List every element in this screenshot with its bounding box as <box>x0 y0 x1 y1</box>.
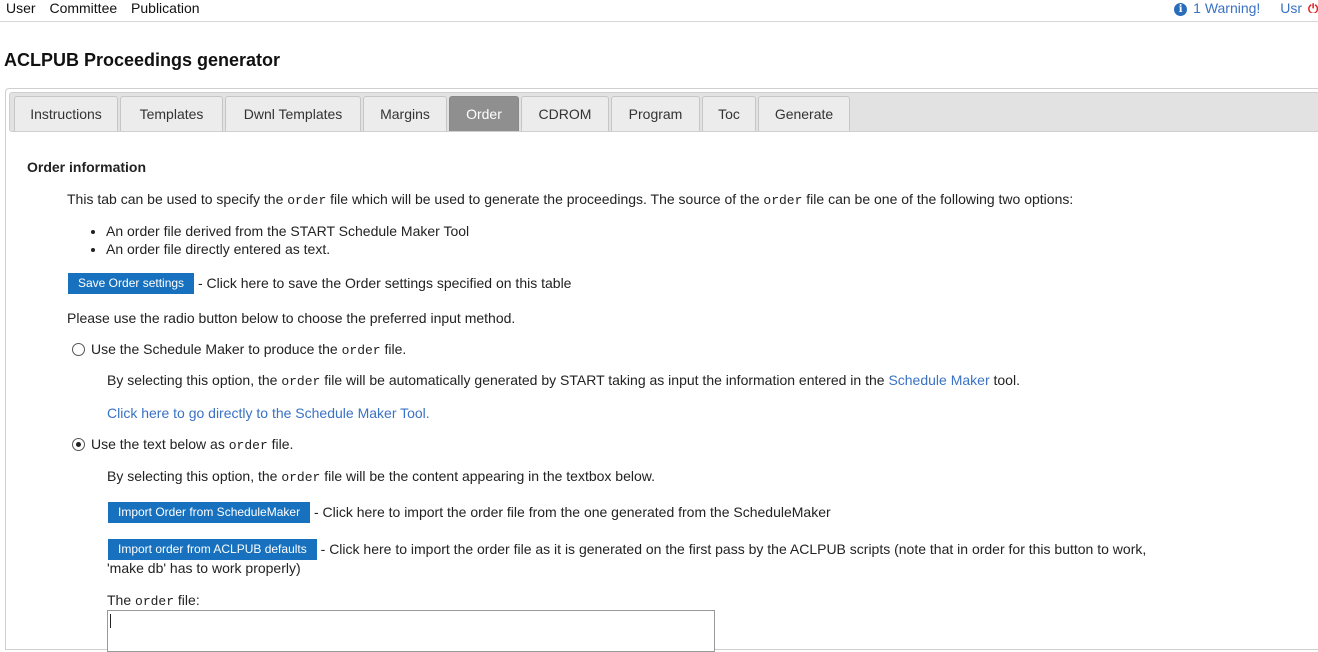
info-icon: i <box>1174 3 1188 16</box>
import-from-schedulemaker-button[interactable]: Import Order from ScheduleMaker <box>108 502 311 523</box>
tab-instructions[interactable]: Instructions <box>14 96 118 131</box>
desc-text: By selecting this option, the <box>107 468 282 484</box>
option-schedule-maker[interactable]: Use the Schedule Maker to produce the or… <box>72 341 406 358</box>
goto-schedule-maker-link[interactable]: Click here to go directly to the Schedul… <box>107 405 430 421</box>
user-link[interactable]: Usr <box>1280 0 1302 16</box>
import-acl-description-cont: 'make db' has to work properly) <box>107 560 301 576</box>
power-icon[interactable]: ⏻ <box>1308 1 1318 13</box>
order-file-textarea[interactable] <box>107 610 715 652</box>
option-text[interactable]: Use the text below as order file. <box>72 436 293 453</box>
option-label: Use the Schedule Maker to produce the <box>91 341 342 357</box>
import-sm-description: - Click here to import the order file fr… <box>310 504 831 520</box>
desc-text: By selecting this option, the <box>107 372 282 388</box>
text-caret <box>110 614 111 628</box>
option-label: file. <box>267 436 294 452</box>
desc-text: tool. <box>989 372 1020 388</box>
save-row: Save Order settings - Click here to save… <box>68 273 571 294</box>
option-label: file. <box>380 341 407 357</box>
desc-code: order <box>281 470 321 485</box>
intro-part: file can be one of the following two opt… <box>802 191 1074 207</box>
tab-toc[interactable]: Toc <box>702 96 756 131</box>
desc-text: file will be automatically generated by … <box>320 372 889 388</box>
list-item: An order file directly entered as text. <box>106 240 469 258</box>
intro-code: order <box>763 193 803 208</box>
import-aclpub-row: Import order from ACLPUB defaults - Clic… <box>108 539 1146 560</box>
tab-generate[interactable]: Generate <box>758 96 850 131</box>
main-menu: User Committee Publication <box>6 0 210 16</box>
option-code: order <box>341 343 381 358</box>
option-code: order <box>228 438 268 453</box>
page-title: ACLPUB Proceedings generator <box>4 50 281 70</box>
section-heading: Order information <box>27 159 147 175</box>
warning-link[interactable]: 1 Warning! <box>1193 0 1260 16</box>
tab-dwnl-templates[interactable]: Dwnl Templates <box>225 96 361 131</box>
import-acl-description: - Click here to import the order file as… <box>316 541 1147 557</box>
label-code: order <box>135 594 175 609</box>
radio-schedule-maker[interactable] <box>72 343 85 356</box>
schedule-maker-description: By selecting this option, the order file… <box>107 372 1020 389</box>
menu-user[interactable]: User <box>6 0 36 16</box>
tab-program[interactable]: Program <box>611 96 700 131</box>
topbar-right: i 1 Warning! Usr ⏻ <box>1174 0 1318 16</box>
radio-instruction: Please use the radio button below to cho… <box>67 310 516 326</box>
list-item: An order file derived from the START Sch… <box>106 222 469 240</box>
tab-templates[interactable]: Templates <box>120 96 223 131</box>
intro-code: order <box>287 193 327 208</box>
import-from-aclpub-defaults-button[interactable]: Import order from ACLPUB defaults <box>108 539 317 560</box>
text-option-description: By selecting this option, the order file… <box>107 468 655 485</box>
label-text: The <box>107 592 136 608</box>
import-schedulemaker-row: Import Order from ScheduleMaker - Click … <box>108 502 831 523</box>
schedule-maker-link[interactable]: Schedule Maker <box>888 372 989 388</box>
save-order-settings-button[interactable]: Save Order settings <box>68 273 195 294</box>
textbox-label: The order file: <box>107 592 200 609</box>
top-menu-bar: User Committee Publication i 1 Warning! U… <box>0 0 1318 22</box>
intro-part: This tab can be used to specify the <box>67 191 288 207</box>
tab-margins[interactable]: Margins <box>363 96 447 131</box>
save-description: - Click here to save the Order settings … <box>194 275 572 291</box>
label-text: file: <box>174 592 200 608</box>
menu-committee[interactable]: Committee <box>49 0 117 16</box>
intro-text: This tab can be used to specify the orde… <box>67 191 1073 208</box>
goto-schedule-maker-row: Click here to go directly to the Schedul… <box>107 405 430 421</box>
tab-cdrom[interactable]: CDROM <box>521 96 609 131</box>
desc-text: file will be the content appearing in th… <box>320 468 656 484</box>
source-options-list: An order file derived from the START Sch… <box>88 222 469 258</box>
desc-code: order <box>281 374 321 389</box>
tab-order[interactable]: Order <box>449 96 519 131</box>
tab-bar: Instructions Templates Dwnl Templates Ma… <box>9 92 1318 132</box>
radio-text[interactable] <box>72 438 85 451</box>
option-label: Use the text below as <box>91 436 229 452</box>
intro-part: file which will be used to generate the … <box>326 191 764 207</box>
menu-publication[interactable]: Publication <box>131 0 200 16</box>
